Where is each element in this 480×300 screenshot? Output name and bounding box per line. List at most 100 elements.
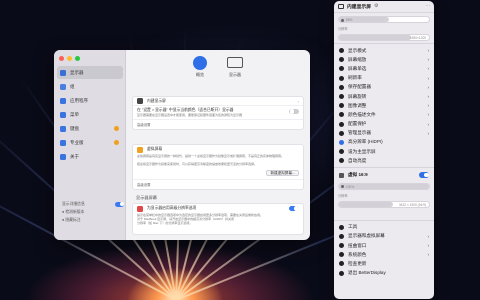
palette-icon	[339, 252, 344, 258]
virtual-screen-section: 虚拟屏幕 虚拟屏幕是真实显示屏的一种替代，提供一个虚拟显示器作为镜像显示或扩展屏…	[132, 144, 304, 190]
display-icon	[60, 69, 66, 76]
virtual-display-toggle[interactable]	[419, 172, 429, 178]
keyboard-icon	[60, 125, 66, 132]
laptop-icon	[227, 57, 243, 68]
section-label: 显示器屏幕	[136, 195, 157, 200]
built-in-display-row[interactable]: 内建显示屏 ›	[133, 97, 303, 106]
virtual-description: 虚拟屏幕是真实显示屏的一种替代，提供一个虚拟显示器作为镜像显示或扩展屏幕，不是真…	[137, 154, 285, 158]
apps-icon	[60, 97, 66, 104]
virtual-display-icon	[339, 172, 344, 178]
hires-section: 为显示器启用高级分辨率选项 提示在菜单栏中的显示器选项中为选定的显示器启用更多分…	[132, 203, 304, 235]
window-controls	[59, 56, 80, 61]
refresh-icon	[339, 75, 344, 81]
zoom-button[interactable]	[75, 56, 80, 61]
notification-badge	[114, 140, 119, 145]
brightness-slider[interactable]: 65%	[338, 16, 430, 23]
menu-header: 内建显示屏 ⚙ ⋯	[334, 1, 434, 13]
menu-icon	[60, 111, 66, 118]
hires-toggle[interactable]	[289, 205, 299, 212]
brightness-icon	[341, 18, 344, 22]
menu-item-hidpi[interactable]: 高分辨率 (HiDPI)	[334, 138, 434, 147]
virtual-resolution-label: 分辨率	[338, 193, 348, 198]
menu-item-image-adjust[interactable]: 图像调整 ›	[334, 101, 434, 110]
auto-brightness-icon	[339, 158, 344, 164]
rotate-icon	[339, 94, 344, 100]
sidebar-item-about[interactable]: 关于	[57, 150, 123, 163]
details-toggle[interactable]	[115, 201, 124, 207]
new-virtual-screen-button[interactable]: 新建虚拟屏幕...	[266, 170, 299, 176]
display-menu: 内建显示屏 ⚙ ⋯ 65% 分辨率 1920×1200 显示模式 › 屏幕缩放 › …	[334, 1, 434, 299]
virtual-resolution-slider[interactable]: 3412 × 1920 (16:9)	[338, 200, 430, 208]
resolution-label: 分辨率	[338, 27, 348, 31]
group-icon	[60, 83, 66, 90]
menu-item-rotation[interactable]: 屏幕旋转 ›	[334, 92, 434, 101]
menu-item-refresh-rate[interactable]: 刷新率 ›	[334, 74, 434, 83]
close-button[interactable]	[59, 56, 64, 61]
tab-display[interactable]: 显示器	[227, 56, 243, 82]
tab-overview[interactable]: 概览	[193, 56, 207, 82]
chevron-right-icon: ›	[297, 98, 299, 104]
sidebar-item-apps[interactable]: 应用程序	[57, 94, 123, 107]
menu-item-display-mode[interactable]: 显示模式 ›	[334, 46, 434, 55]
scale-icon	[339, 57, 344, 63]
settings-window: 显示器 组 应用程序 菜单 键盘 专业版 关于 显示详细信息 ● 检测新版本 ●…	[54, 50, 310, 240]
view-tabs: 概览 显示器	[126, 56, 310, 82]
virtual-screen-icon	[137, 146, 143, 153]
menu-item-config-protect[interactable]: 配置保护 ›	[334, 120, 434, 129]
hide-labels-label[interactable]: ● 隐藏标注	[62, 216, 124, 224]
menu-item-system-colors[interactable]: 系统颜色 ›	[334, 250, 434, 259]
menu-item-tools: 工具	[334, 223, 434, 232]
mode-icon	[339, 48, 344, 54]
save-icon	[339, 84, 344, 90]
show-inactive-row: 在 "设置 > 显示器" 中显示当前颜色（适合已断开）显示器 显示器需要在显示器…	[133, 106, 303, 120]
show-inactive-toggle[interactable]	[289, 108, 299, 115]
sidebar-item-menu[interactable]: 菜单	[57, 108, 123, 121]
sidebar-item-groups[interactable]: 组	[57, 80, 123, 93]
pro-icon	[60, 139, 66, 146]
resolution-slider[interactable]: 1920×1200	[338, 34, 430, 41]
hidpi-icon	[339, 139, 344, 145]
menu-item-save-config[interactable]: 保存配置器 ›	[334, 83, 434, 92]
virtual-advanced-row[interactable]: 高级设置	[133, 179, 303, 188]
menu-item-scaling[interactable]: 屏幕缩放 ›	[334, 55, 434, 64]
select-icon	[339, 66, 344, 72]
manage-icon	[339, 130, 344, 136]
main-content: 概览 显示器 内建显示屏 › 在 "设置 > 显示器" 中显示当前颜色（适合已断…	[126, 50, 310, 240]
lock-icon	[339, 121, 344, 127]
more-icon[interactable]: ⋯	[425, 4, 430, 9]
image-icon	[339, 103, 344, 109]
menu-item-screen-select[interactable]: 屏幕单选 ›	[334, 64, 434, 73]
displays-icon	[339, 233, 344, 239]
menu-item-displays-virtual[interactable]: 显示器和虚拟屏幕 ›	[334, 232, 434, 241]
hires-row: 为显示器启用高级分辨率选项	[133, 204, 303, 213]
settings-gear-icon[interactable]: ⚙	[374, 4, 378, 9]
sidebar-footer: 显示详细信息 ● 检测新版本 ● 隐藏标注	[62, 200, 124, 224]
update-icon	[339, 261, 344, 267]
notification-badge	[114, 126, 119, 131]
hires-icon	[137, 205, 143, 212]
check-updates-label[interactable]: ● 检测新版本	[62, 208, 124, 216]
menu-item-manage-display[interactable]: 管理显示器 ›	[334, 129, 434, 138]
menu-item-set-main[interactable]: 设为主显示屏	[334, 147, 434, 156]
menu-item-distort-window[interactable]: 扭曲窗口 ›	[334, 241, 434, 250]
sidebar-item-pro[interactable]: 专业版	[57, 136, 123, 149]
menu-item-color-profile[interactable]: 颜色描述文件 ›	[334, 110, 434, 119]
menu-item-auto-brightness[interactable]: 自动亮度	[334, 156, 434, 165]
tools-icon	[339, 224, 344, 230]
info-icon	[60, 153, 66, 160]
sidebar: 显示器 组 应用程序 菜单 键盘 专业版 关于 显示详细信息 ● 检测新版本 ●…	[54, 50, 126, 240]
menu-item-check-updates[interactable]: 检查更新	[334, 259, 434, 268]
minimize-button[interactable]	[67, 56, 72, 61]
advanced-settings-row[interactable]: 高级设置	[133, 120, 303, 129]
virtual-brightness-slider[interactable]: 100%	[338, 182, 430, 190]
main-display-icon	[339, 149, 344, 155]
color-icon	[339, 112, 344, 118]
sidebar-item-keyboard[interactable]: 键盘	[57, 122, 123, 135]
menu-item-quit[interactable]: 退出 BetterDisplay	[334, 269, 434, 278]
display-section: 内建显示屏 › 在 "设置 > 显示器" 中显示当前颜色（适合已断开）显示器 显…	[132, 96, 304, 130]
quit-icon	[339, 270, 344, 276]
list-icon	[193, 56, 207, 70]
display-icon	[137, 98, 143, 104]
sidebar-item-displays[interactable]: 显示器	[57, 66, 123, 79]
hires-description-3: 分辨率（如 Mac 下）的分辨率显示选项。	[137, 221, 193, 225]
